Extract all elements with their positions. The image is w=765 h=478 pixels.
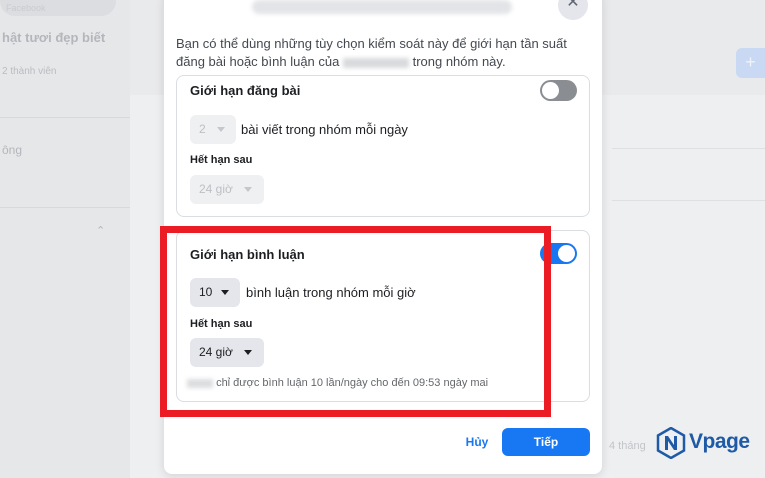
toggle-knob (558, 245, 575, 262)
group-name: hật tươi đẹp biết (2, 30, 106, 45)
post-count-suffix: bài viết trong nhóm mỗi ngày (241, 122, 408, 137)
caret-down-icon (217, 127, 225, 132)
post-limit-title: Giới hạn đăng bài (190, 83, 301, 98)
cancel-button[interactable]: Hủy (456, 428, 498, 456)
post-limit-toggle[interactable] (540, 80, 577, 101)
post-expire-label: Hết hạn sau (190, 154, 253, 166)
next-button[interactable]: Tiếp (502, 428, 590, 456)
plus-icon[interactable]: + (736, 48, 765, 78)
blurred-name (342, 57, 409, 68)
group-members: 2 thành viên (2, 66, 57, 77)
vpage-logo-icon (656, 426, 686, 460)
sidebar-item[interactable]: ông (2, 143, 22, 157)
post-count-select[interactable]: 2 (190, 115, 236, 144)
timestamp: 4 tháng (609, 440, 646, 452)
content-divider (612, 148, 765, 149)
highlight-box (160, 226, 551, 417)
close-icon[interactable]: ✕ (558, 0, 588, 20)
left-sidebar: Facebook hật tươi đẹp biết 2 thành viên … (0, 0, 130, 478)
dialog-title-blurred (252, 0, 512, 14)
toggle-knob (542, 82, 559, 99)
vpage-logo: Vpage (655, 426, 759, 461)
sidebar-divider (0, 117, 130, 118)
vpage-logo-text: Vpage (689, 430, 750, 453)
search-input[interactable]: Facebook (0, 0, 116, 16)
post-expire-select[interactable]: 24 giờ (190, 175, 264, 204)
content-divider (612, 200, 765, 201)
sidebar-divider (0, 207, 130, 208)
post-limit-card: Giới hạn đăng bài 2 bài viết trong nhóm … (176, 75, 590, 217)
chevron-up-icon[interactable]: ⌃ (96, 224, 105, 237)
dialog-description: Bạn có thể dùng những tùy chọn kiểm soát… (176, 35, 596, 71)
caret-down-icon (244, 187, 252, 192)
description-text-end: trong nhóm này. (408, 54, 506, 69)
